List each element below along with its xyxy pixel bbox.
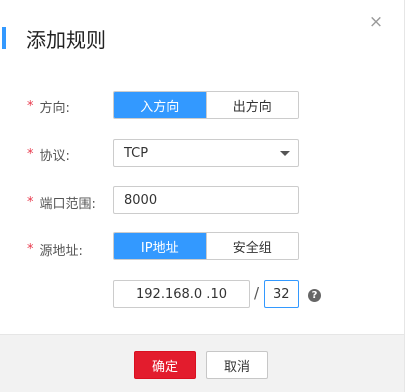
dialog-footer: 确定 取消 xyxy=(0,334,404,392)
source-option-security-group[interactable]: 安全组 xyxy=(205,233,298,259)
direction-option-outbound[interactable]: 出方向 xyxy=(205,92,298,118)
dialog-title: 添加规则 xyxy=(26,27,106,52)
direction-label: 方向: xyxy=(39,101,70,116)
direction-toggle: 入方向 出方向 xyxy=(113,91,299,119)
direction-option-inbound[interactable]: 入方向 xyxy=(114,92,206,118)
subnet-mask-input[interactable]: 32 xyxy=(264,280,299,308)
required-mark: * xyxy=(27,195,34,210)
close-icon[interactable]: × xyxy=(366,12,386,32)
port-range-label: 端口范围: xyxy=(39,197,96,212)
confirm-button[interactable]: 确定 xyxy=(134,351,196,379)
ip-address-value: 192.168.0 .10 xyxy=(136,286,227,302)
required-mark: * xyxy=(27,242,34,257)
required-mark: * xyxy=(27,147,34,162)
protocol-select[interactable]: TCP xyxy=(113,139,299,167)
direction-label-row: * 方向: xyxy=(27,97,70,116)
help-icon[interactable]: ? xyxy=(308,289,321,302)
ip-address-input[interactable]: 192.168.0 .10 xyxy=(113,280,250,308)
title-accent-bar xyxy=(2,27,6,49)
protocol-label: 协议: xyxy=(39,149,70,164)
source-label: 源地址: xyxy=(39,244,83,259)
chevron-down-icon xyxy=(280,151,290,156)
protocol-label-row: * 协议: xyxy=(27,145,70,164)
protocol-selected-value: TCP xyxy=(124,145,149,161)
source-option-ip[interactable]: IP地址 xyxy=(114,233,206,259)
subnet-mask-value: 32 xyxy=(273,286,290,302)
dialog-header: 添加规则 xyxy=(0,24,106,52)
port-range-value: 8000 xyxy=(124,192,158,208)
add-rule-dialog: 添加规则 × * 方向: 入方向 出方向 * 协议: TCP * 端口范围: 8… xyxy=(0,0,405,392)
cidr-separator: / xyxy=(254,284,260,302)
port-range-input[interactable]: 8000 xyxy=(113,186,299,214)
source-type-toggle: IP地址 安全组 xyxy=(113,232,299,260)
source-label-row: * 源地址: xyxy=(27,240,83,259)
port-range-label-row: * 端口范围: xyxy=(27,193,96,212)
cancel-button[interactable]: 取消 xyxy=(206,351,268,379)
required-mark: * xyxy=(27,99,34,114)
